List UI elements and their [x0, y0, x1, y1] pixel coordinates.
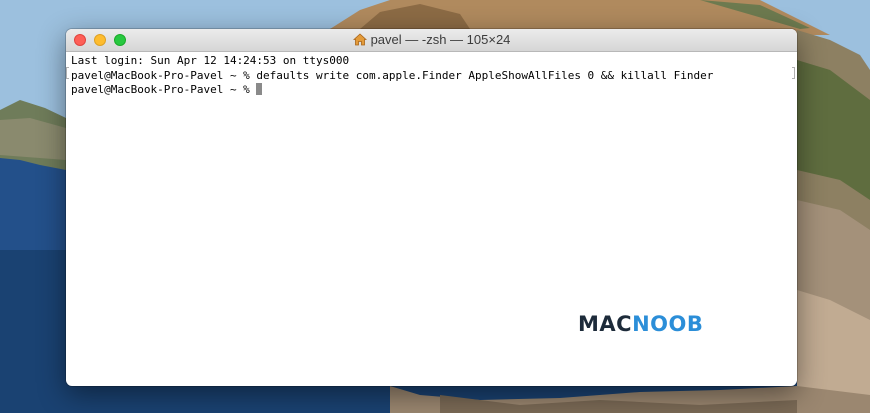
terminal-prompt-line[interactable]: pavel@MacBook-Pro-Pavel ~ %: [71, 83, 787, 98]
watermark-noob: NOOB: [632, 312, 704, 336]
prompt-text: pavel@MacBook-Pro-Pavel ~ %: [71, 83, 257, 96]
watermark-mac: MAC: [578, 312, 633, 336]
window-title-text: pavel — -zsh — 105×24: [370, 32, 511, 47]
window-title: pavel — -zsh — 105×24: [66, 32, 797, 49]
terminal-line: Last login: Sun Apr 12 14:24:53 on ttys0…: [71, 54, 350, 67]
macnoob-watermark: MACNOOB: [578, 312, 703, 336]
title-bar[interactable]: pavel — -zsh — 105×24: [66, 29, 797, 52]
terminal-output[interactable]: Last login: Sun Apr 12 14:24:53 on ttys0…: [71, 54, 787, 98]
text-cursor: [256, 83, 263, 95]
terminal-line: pavel@MacBook-Pro-Pavel ~ % defaults wri…: [71, 68, 714, 82]
desktop: pavel — -zsh — 105×24 Last login: Sun Ap…: [0, 0, 870, 413]
mark-bracket-left: [66, 67, 69, 79]
home-icon: [352, 33, 367, 49]
mark-bracket-right: [792, 67, 795, 79]
